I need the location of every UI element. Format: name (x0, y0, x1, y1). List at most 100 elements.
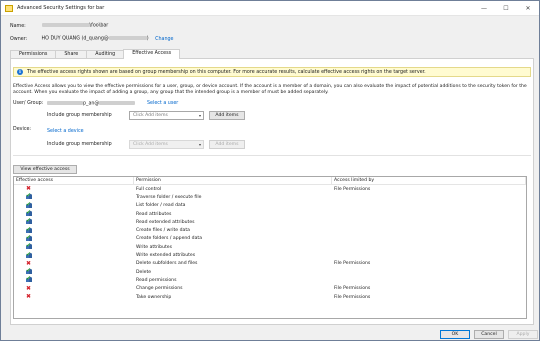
chevron-down-icon: ▾ (198, 142, 201, 147)
table-row[interactable]: ✔ Read attributes (14, 210, 526, 218)
effective-access-table[interactable]: Effective access Permission Access limit… (13, 176, 527, 319)
device-add-items-button[interactable]: Add items (209, 140, 245, 149)
allow-icon: ✔ (26, 225, 32, 233)
info-banner: i The effective access rights shown are … (13, 67, 531, 77)
owner-label: Owner: (10, 36, 28, 42)
cancel-button[interactable]: Cancel (474, 330, 504, 339)
owner-value-end: ) (146, 36, 149, 42)
effective-access-cell: ✖ (14, 259, 134, 267)
permission-cell: List folder / read data (136, 203, 186, 209)
redacted-user-domain (99, 101, 136, 105)
effective-access-panel: i The effective access rights shown are … (10, 58, 534, 325)
info-icon: i (17, 69, 23, 75)
effective-access-cell: ✔ (14, 267, 134, 275)
apply-button[interactable]: Apply (508, 330, 538, 339)
permission-cell: Take ownership (136, 294, 172, 300)
effective-access-cell: ✔ (14, 275, 134, 283)
owner-row: Owner: HO DUY QUANG (d_quang@) Change (10, 36, 174, 42)
redacted-user-name (47, 101, 83, 105)
table-row[interactable]: ✖ Delete subfolders and files File Permiss… (14, 260, 526, 268)
table-row[interactable]: ✖ Change permissions File Permissions (14, 285, 526, 293)
folder-icon (5, 4, 13, 12)
banner-text: The effective access rights shown are ba… (27, 69, 426, 75)
chevron-down-icon: ▾ (198, 113, 201, 118)
add-items-button[interactable]: Add items (209, 111, 245, 120)
user-group-value-text: p_an@ (83, 101, 100, 107)
redacted-path (41, 23, 90, 27)
allow-icon: ✔ (26, 209, 32, 217)
effective-access-cell: ✔ (14, 250, 134, 259)
select-user-link[interactable]: Select a user (147, 101, 178, 106)
column-header-effective-access[interactable]: Effective access (14, 177, 134, 184)
table-row[interactable]: ✔ Create folders / append data (14, 234, 526, 243)
device-combo-placeholder: Click Add items (133, 142, 168, 147)
permission-cell: Read permissions (136, 277, 177, 283)
name-row: Name: \foo\bar (10, 23, 108, 29)
device-group-membership-combo[interactable]: Click Add items ▾ (129, 140, 204, 149)
table-row[interactable]: ✔ Traverse folder / execute file (14, 193, 526, 201)
deny-icon: ✖ (26, 259, 32, 267)
table-row[interactable]: ✔ Write extended attributes (14, 251, 526, 259)
permission-cell: Traverse folder / execute file (136, 194, 202, 200)
permission-cell: Read attributes (136, 211, 172, 217)
change-owner-link[interactable]: Change (155, 37, 173, 42)
permission-cell: Full control (136, 186, 162, 192)
effective-access-cell: ✖ (14, 284, 134, 292)
allow-icon: ✔ (26, 267, 32, 275)
ok-button[interactable]: OK (440, 330, 470, 339)
close-icon[interactable]: ✕ (517, 1, 539, 16)
redacted-owner-domain (108, 36, 147, 40)
permission-cell: Create files / write data (136, 228, 190, 234)
minimize-icon[interactable]: — (473, 1, 495, 16)
table-row[interactable]: ✖ Take ownership File Permissions (14, 293, 526, 301)
deny-icon: ✖ (26, 185, 32, 193)
table-row[interactable]: ✔ Delete (14, 268, 526, 276)
access-limited-by-cell: File Permissions (334, 286, 371, 292)
effective-access-cell: ✔ (14, 234, 134, 242)
device-label: Device: (13, 127, 32, 132)
deny-icon: ✖ (26, 293, 32, 300)
effective-access-cell: ✖ (14, 186, 134, 192)
column-header-permission[interactable]: Permission (134, 177, 332, 184)
table-row[interactable]: ✔ List folder / read data (14, 201, 526, 210)
advanced-security-settings-window: Advanced Security Settings for bar — ☐ ✕… (0, 0, 540, 341)
permission-cell: Delete subfolders and files (136, 261, 198, 267)
access-limited-by-cell: File Permissions (334, 294, 371, 300)
permission-cell: Create folders / append data (136, 236, 203, 242)
permission-cell: Read extended attributes (136, 219, 195, 225)
access-limited-by-cell: File Permissions (334, 186, 371, 192)
allow-icon: ✔ (26, 250, 32, 258)
permission-cell: Delete (136, 269, 152, 275)
maximize-icon[interactable]: ☐ (495, 1, 517, 16)
table-row[interactable]: ✔ Read permissions (14, 276, 526, 284)
divider (13, 155, 531, 156)
table-row[interactable]: ✔ Read extended attributes (14, 218, 526, 226)
select-device-link[interactable]: Select a device (47, 129, 84, 134)
user-group-value: p_an@ (47, 101, 136, 107)
permission-cell: Write attributes (136, 244, 173, 250)
tab-effective-access[interactable]: Effective Access (123, 49, 181, 59)
allow-icon: ✔ (26, 217, 32, 225)
user-include-group-label: Include group membership (47, 113, 112, 118)
allow-icon: ✔ (26, 242, 32, 250)
allow-icon: ✔ (26, 192, 32, 200)
effective-access-cell: ✔ (14, 225, 134, 234)
table-row[interactable]: ✖ Full control File Permissions (14, 185, 526, 193)
view-effective-access-button[interactable]: View effective access (13, 165, 77, 174)
description-text: Effective Access allows you to view the … (13, 84, 527, 95)
title-bar[interactable]: Advanced Security Settings for bar — ☐ ✕ (1, 1, 539, 16)
permission-cell: Change permissions (136, 286, 183, 292)
name-value: \foo\bar (89, 23, 109, 29)
user-group-membership-combo[interactable]: Click Add items ▾ (129, 111, 204, 120)
effective-access-cell: ✔ (14, 192, 134, 200)
effective-access-cell: ✔ (14, 217, 134, 225)
deny-icon: ✖ (26, 284, 32, 292)
table-row[interactable]: ✔ Write attributes (14, 243, 526, 251)
allow-icon: ✔ (26, 275, 32, 283)
column-header-access-limited-by[interactable]: Access limited by (332, 177, 526, 184)
table-header: Effective access Permission Access limit… (14, 177, 526, 185)
table-row[interactable]: ✔ Create files / write data (14, 226, 526, 234)
user-combo-placeholder: Click Add items (133, 113, 168, 118)
user-group-label: User/ Group: (13, 101, 44, 106)
owner-value: HO DUY QUANG (d_quang@ (41, 36, 109, 42)
